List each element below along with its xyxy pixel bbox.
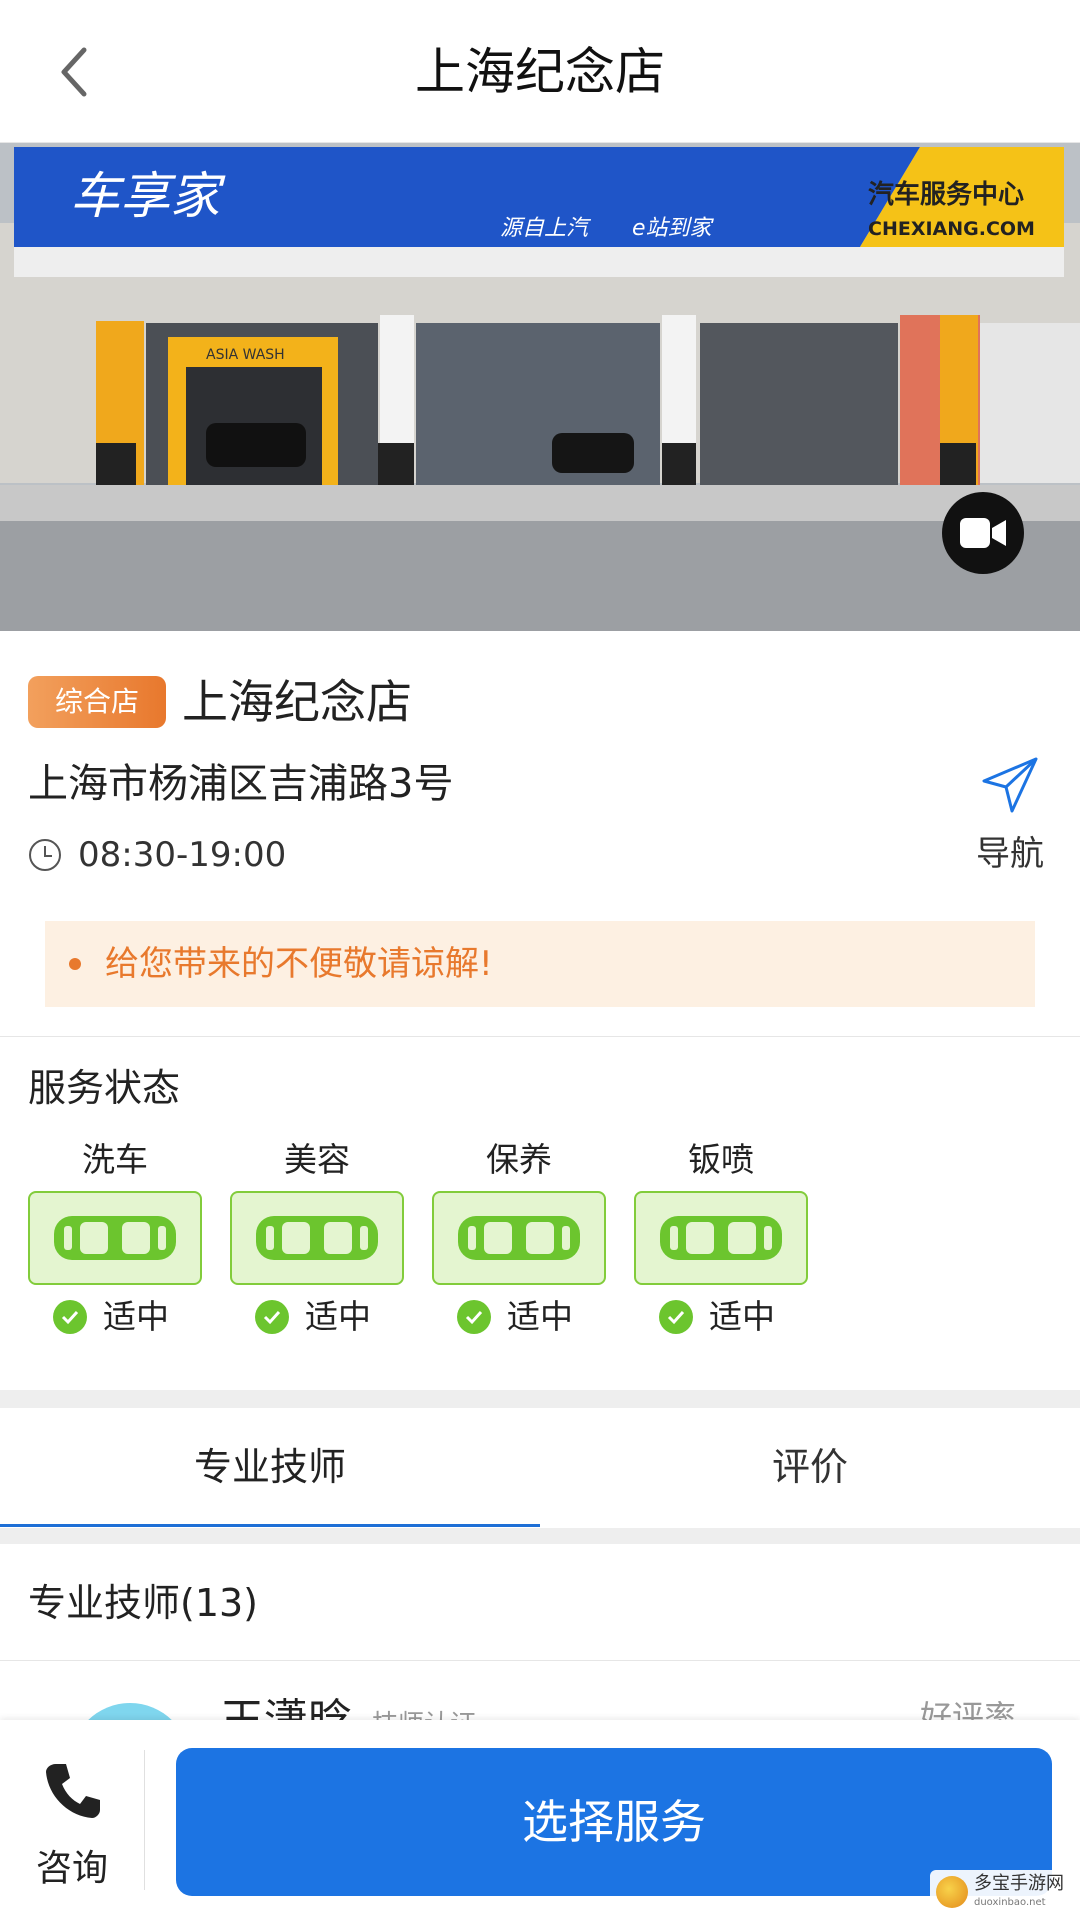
technician-name: 王潇晗 bbox=[220, 1695, 352, 1721]
service-car-wash[interactable]: 洗车 适中 bbox=[28, 1135, 202, 1345]
service-status-box bbox=[230, 1191, 404, 1285]
watermark-sub: duoxinbao.net bbox=[974, 1897, 1046, 1908]
paper-plane-icon bbox=[982, 757, 1038, 813]
chevron-left-icon bbox=[61, 47, 87, 97]
tab-technicians[interactable]: 专业技师 bbox=[0, 1408, 540, 1526]
store-photo[interactable]: 车享家 源自上汽 e站到家 汽车服务中心 CHEXIANG.COM ASIA W… bbox=[0, 143, 1080, 631]
notice-text: 给您带来的不便敬请谅解! bbox=[105, 944, 493, 984]
service-state-text: 适中 bbox=[103, 1297, 169, 1336]
sign-brand-text: 车享家 bbox=[70, 167, 226, 225]
video-button[interactable] bbox=[942, 492, 1024, 574]
consult-label: 咨询 bbox=[35, 1848, 108, 1889]
business-hours: 08:30-19:00 bbox=[78, 835, 287, 875]
service-state-text: 适中 bbox=[507, 1297, 573, 1336]
technician-cert: 技师认证 bbox=[372, 1705, 476, 1721]
top-bar: 上海纪念店 bbox=[0, 0, 1080, 143]
navigation-button[interactable]: 导航 bbox=[960, 755, 1060, 885]
store-photo-illustration: 车享家 源自上汽 e站到家 汽车服务中心 CHEXIANG.COM ASIA W… bbox=[0, 143, 1080, 631]
service-body-paint[interactable]: 钣喷 适中 bbox=[634, 1135, 808, 1345]
car-wash-label: ASIA WASH bbox=[206, 347, 285, 363]
positive-rate-label: 好评率 bbox=[920, 1698, 1017, 1721]
consult-button[interactable]: 咨询 bbox=[0, 1720, 144, 1920]
service-maintenance[interactable]: 保养 适中 bbox=[432, 1135, 606, 1345]
watermark: 多宝手游网 duoxinbao.net bbox=[930, 1870, 1076, 1916]
section-separator bbox=[0, 1390, 1080, 1408]
service-state: 适中 bbox=[53, 1292, 203, 1342]
notice-banner: 给您带来的不便敬请谅解! bbox=[45, 921, 1035, 1007]
service-label: 洗车 bbox=[82, 1140, 148, 1179]
bottom-action-bar: 咨询 选择服务 bbox=[0, 1720, 1080, 1920]
navigation-label: 导航 bbox=[976, 834, 1044, 874]
sign-slogan-2: e站到家 bbox=[632, 216, 715, 241]
watermark-logo-icon bbox=[936, 1876, 968, 1908]
service-status-box bbox=[28, 1191, 202, 1285]
technicians-title: 专业技师(13) bbox=[28, 1581, 259, 1625]
phone-icon bbox=[46, 1764, 100, 1818]
active-tab-indicator bbox=[0, 1524, 540, 1527]
service-status-box bbox=[634, 1191, 808, 1285]
car-icon bbox=[54, 1216, 176, 1260]
service-beauty[interactable]: 美容 适中 bbox=[230, 1135, 404, 1345]
tab-reviews[interactable]: 评价 bbox=[540, 1408, 1080, 1526]
service-state: 适中 bbox=[659, 1292, 809, 1342]
service-label: 钣喷 bbox=[688, 1140, 754, 1179]
check-circle-icon bbox=[659, 1300, 693, 1334]
back-button[interactable] bbox=[48, 42, 98, 102]
page-title: 上海纪念店 bbox=[415, 43, 665, 101]
service-state: 适中 bbox=[255, 1292, 405, 1342]
video-camera-icon bbox=[960, 518, 1006, 548]
technician-row[interactable]: 王潇晗 技师认证 好评率 bbox=[0, 1661, 1080, 1721]
avatar bbox=[70, 1703, 190, 1721]
store-name: 上海纪念店 bbox=[182, 675, 412, 729]
service-label: 保养 bbox=[486, 1140, 552, 1179]
bullet-dot bbox=[69, 958, 81, 970]
service-state-text: 适中 bbox=[709, 1297, 775, 1336]
section-separator bbox=[0, 1528, 1080, 1544]
check-circle-icon bbox=[457, 1300, 491, 1334]
car-icon bbox=[256, 1216, 378, 1260]
sign-right-en: CHEXIANG.COM bbox=[868, 218, 1035, 240]
watermark-text: 多宝手游网 bbox=[974, 1873, 1064, 1894]
service-state-text: 适中 bbox=[305, 1297, 371, 1336]
sign-slogan-1: 源自上汽 bbox=[500, 216, 592, 241]
service-status-title: 服务状态 bbox=[28, 1066, 181, 1110]
sign-right-cn: 汽车服务中心 bbox=[868, 179, 1024, 210]
check-circle-icon bbox=[53, 1300, 87, 1334]
car-icon bbox=[660, 1216, 782, 1260]
service-status-box bbox=[432, 1191, 606, 1285]
car-icon bbox=[458, 1216, 580, 1260]
store-address: 上海市杨浦区吉浦路3号 bbox=[28, 761, 454, 807]
service-label: 美容 bbox=[284, 1140, 350, 1179]
clock-icon bbox=[29, 839, 61, 871]
store-type-badge: 综合店 bbox=[28, 676, 166, 728]
vertical-divider bbox=[144, 1750, 145, 1890]
select-service-button[interactable]: 选择服务 bbox=[176, 1748, 1052, 1896]
service-state: 适中 bbox=[457, 1292, 607, 1342]
check-circle-icon bbox=[255, 1300, 289, 1334]
divider bbox=[0, 1036, 1080, 1037]
